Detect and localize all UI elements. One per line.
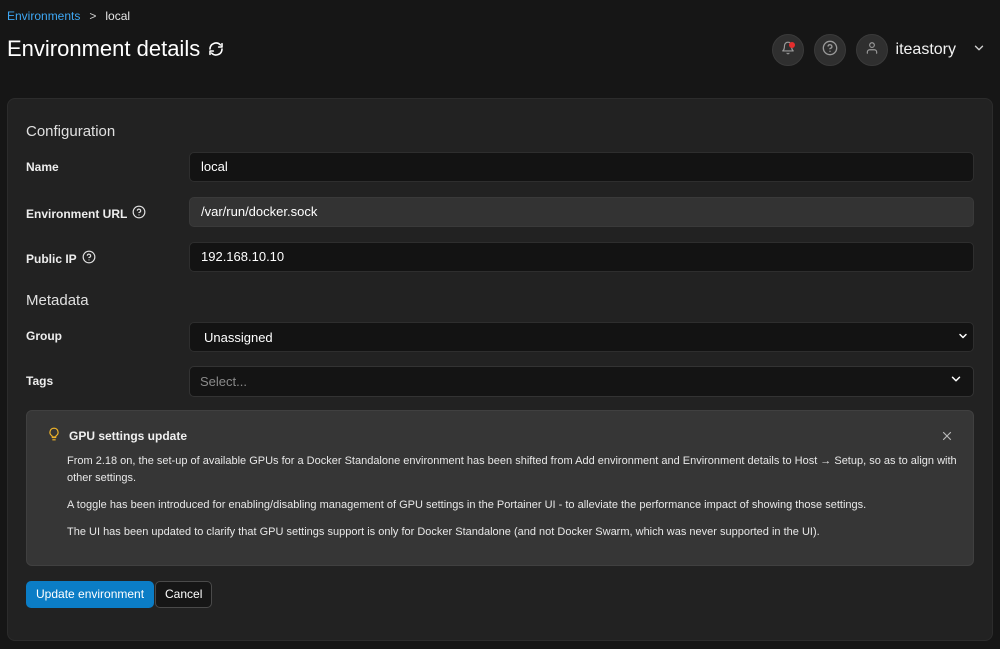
notice-paragraph: A toggle has been introduced for enablin… (67, 499, 867, 511)
group-label: Group (26, 329, 62, 343)
group-select[interactable]: Unassigned (189, 322, 974, 352)
notice-paragraph: From 2.18 on, the set-up of available GP… (67, 455, 957, 484)
breadcrumb-current: local (105, 9, 131, 23)
help-icon (822, 40, 838, 61)
help-circle-icon[interactable] (132, 205, 146, 222)
notification-dot (788, 42, 795, 48)
user-menu[interactable]: iteastory (855, 34, 986, 66)
update-environment-button[interactable]: Update environment (26, 581, 155, 608)
chevron-down-icon (972, 41, 986, 60)
tags-label: Tags (26, 374, 53, 388)
group-select-value: Unassigned (204, 329, 273, 345)
public-ip-input[interactable]: 192.168.10.10 (189, 242, 974, 272)
configuration-section-title: Configuration (26, 123, 116, 140)
tags-placeholder: Select... (200, 374, 247, 389)
public-ip-label-text: Public IP (26, 251, 77, 266)
notice-title: GPU settings update (69, 428, 188, 443)
help-button[interactable] (813, 34, 846, 66)
tags-select[interactable]: Select... (189, 366, 974, 397)
chevron-down-icon (949, 372, 963, 391)
tags-label-text: Tags (26, 374, 54, 388)
breadcrumb-separator: > (89, 9, 97, 23)
username: iteastory (895, 41, 956, 58)
chevron-down-icon (957, 330, 969, 345)
group-label-text: Group (26, 329, 62, 343)
refresh-icon[interactable] (208, 41, 224, 57)
notice-body: From 2.18 on, the set-up of available GP… (67, 453, 957, 551)
cancel-button[interactable]: Cancel (155, 581, 213, 608)
environment-url-input[interactable]: /var/run/docker.sock (189, 197, 974, 227)
close-icon[interactable] (941, 429, 953, 447)
notice-header: GPU settings update (47, 427, 187, 444)
lightbulb-icon (47, 427, 61, 444)
environment-url-label-text: Environment URL (26, 206, 128, 221)
user-icon (865, 41, 879, 60)
metadata-section-title: Metadata (26, 292, 89, 309)
breadcrumb-link-environments[interactable]: Environments (7, 9, 80, 23)
help-circle-icon[interactable] (82, 250, 96, 267)
public-ip-label: Public IP (26, 250, 96, 267)
notifications-button[interactable] (771, 34, 804, 66)
topbar: iteastory (771, 34, 986, 66)
environment-url-label: Environment URL (26, 205, 146, 222)
page-title-row: Environment details (7, 36, 224, 62)
name-input[interactable]: local (189, 152, 974, 182)
avatar (855, 34, 888, 66)
environment-form-panel: Configuration Name local Environment URL… (7, 98, 993, 641)
notice-paragraph: The UI has been updated to clarify that … (67, 526, 820, 538)
gpu-settings-notice: GPU settings update From 2.18 on, the se… (26, 410, 974, 566)
breadcrumb: Environments > local (7, 9, 130, 23)
name-label: Name (26, 160, 59, 174)
page-title: Environment details (7, 36, 201, 61)
name-label-text: Name (26, 160, 59, 174)
